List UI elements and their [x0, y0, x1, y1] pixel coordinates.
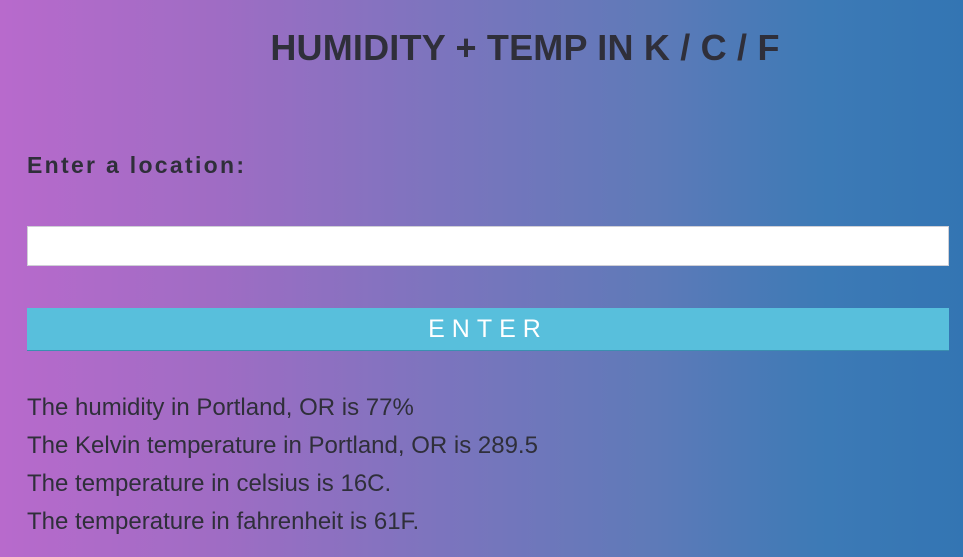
- location-label: Enter a location:: [27, 152, 247, 178]
- fahrenheit-result: The temperature in fahrenheit is 61F.: [27, 508, 420, 535]
- enter-button[interactable]: ENTER: [27, 308, 949, 351]
- humidity-result: The humidity in Portland, OR is 77%: [27, 394, 414, 421]
- page-title: HUMIDITY + TEMP IN K / C / F: [270, 27, 780, 68]
- results-panel: The humidity in Portland, OR is 77% The …: [27, 391, 538, 543]
- kelvin-result: The Kelvin temperature in Portland, OR i…: [27, 432, 538, 459]
- location-input[interactable]: [27, 226, 949, 266]
- celsius-result: The temperature in celsius is 16C.: [27, 470, 392, 497]
